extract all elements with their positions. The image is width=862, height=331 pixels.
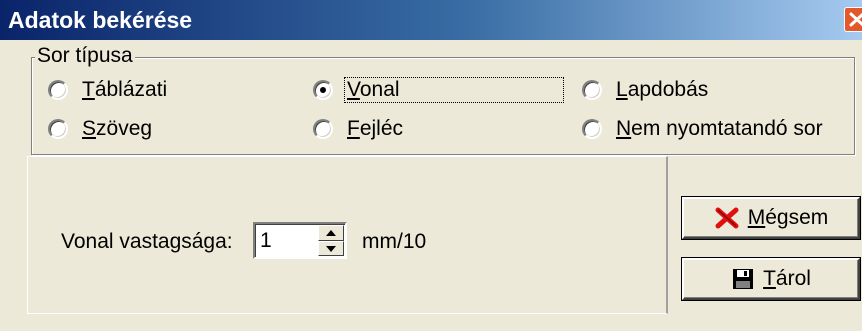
line-width-spinner[interactable]: 1 — [253, 222, 347, 259]
radio-dot — [320, 87, 326, 93]
title-bar[interactable]: Adatok bekérése — [0, 0, 862, 40]
radio-nem-nyomtatando[interactable]: Nem nyomtatandó sor — [582, 116, 825, 142]
radio-label-lapdobas: Lapdobás — [616, 78, 709, 101]
red-x-icon — [714, 206, 740, 230]
close-button[interactable] — [844, 7, 862, 32]
radio-circle — [48, 80, 68, 100]
cancel-button-label: Mégsem — [747, 206, 829, 229]
arrow-up-icon — [326, 230, 336, 236]
radio-circle — [313, 119, 333, 139]
radio-lapdobas[interactable]: Lapdobás — [582, 77, 710, 103]
radio-vonal[interactable]: Vonal — [313, 77, 564, 103]
row-type-legend: Sor típusa — [35, 44, 135, 68]
radio-circle — [582, 80, 602, 100]
spin-up-button[interactable] — [318, 225, 344, 241]
dialog-window: Adatok bekérése Sor típusa Táblázati Von… — [0, 0, 862, 331]
save-button-label: Tárol — [763, 267, 811, 290]
radio-circle — [48, 119, 68, 139]
radio-fejlec[interactable]: Fejléc — [313, 116, 405, 142]
line-width-unit: mm/10 — [362, 230, 427, 253]
radio-szoveg[interactable]: Szöveg — [48, 116, 154, 142]
window-title: Adatok bekérése — [8, 7, 193, 33]
floppy-disk-icon — [731, 267, 755, 291]
cancel-button[interactable]: Mégsem — [681, 196, 861, 240]
save-button[interactable]: Tárol — [681, 257, 861, 301]
close-icon — [849, 12, 862, 27]
radio-circle — [582, 119, 602, 139]
radio-circle-selected — [313, 80, 333, 100]
line-width-label: Vonal vastagsága: — [61, 230, 233, 253]
arrow-down-icon — [326, 245, 336, 252]
radio-label-nem-nyomtatando: Nem nyomtatandó sor — [616, 117, 823, 140]
radio-label-tablazati: Táblázati — [82, 78, 168, 101]
line-width-value[interactable]: 1 — [260, 229, 272, 253]
radio-label-szoveg: Szöveg — [82, 117, 153, 140]
spin-down-button[interactable] — [318, 240, 344, 256]
radio-label-vonal: Vonal — [344, 77, 564, 103]
radio-tablazati[interactable]: Táblázati — [48, 77, 169, 103]
radio-label-fejlec: Fejléc — [347, 117, 404, 140]
spinner-buttons — [318, 225, 344, 256]
